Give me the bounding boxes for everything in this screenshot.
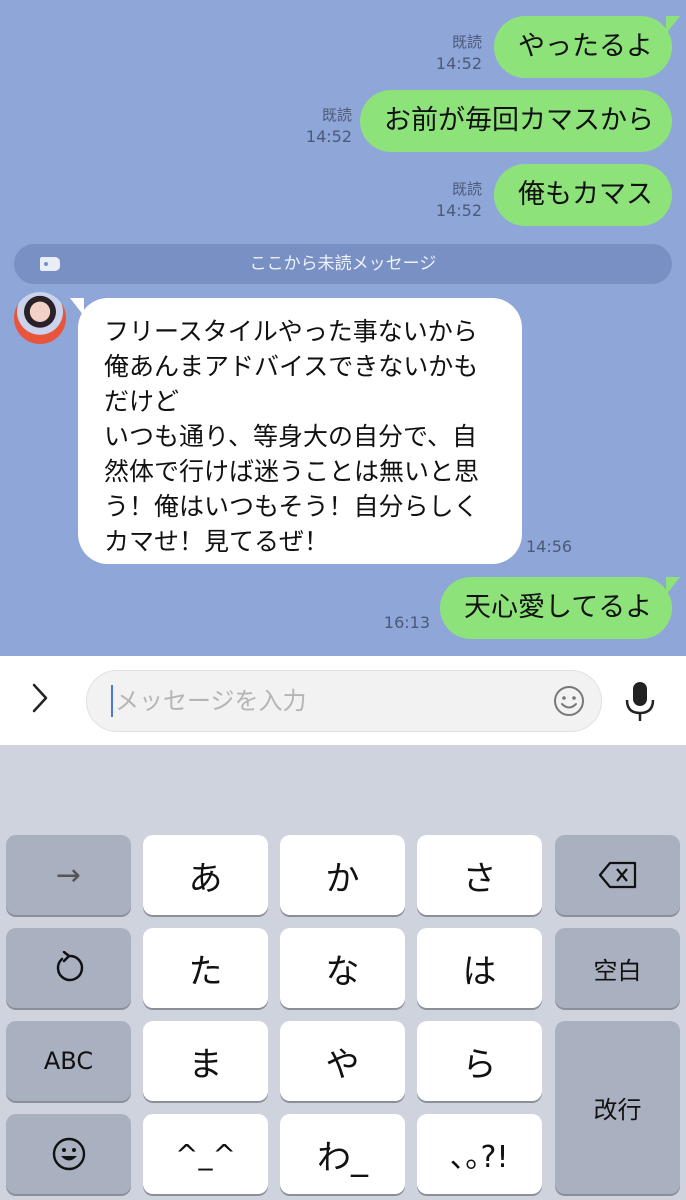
undo-key[interactable] xyxy=(6,928,131,1008)
message-input[interactable]: メッセージを入力 xyxy=(86,670,602,732)
input-placeholder: メッセージを入力 xyxy=(115,687,307,715)
kana-key-ta[interactable]: た xyxy=(143,928,268,1008)
chat-area[interactable]: 既読 14:52 やったるよ 既読 14:52 お前が毎回カマスから 既読 14… xyxy=(0,0,686,656)
message-time: 14:56 xyxy=(526,537,573,556)
message-line: だけど xyxy=(104,387,180,416)
undo-icon xyxy=(56,951,83,982)
kana-key-wa[interactable]: わ_ xyxy=(280,1114,405,1194)
kaomoji-key[interactable]: ^_^ xyxy=(143,1114,268,1194)
message-line: カマせ！見てるぜ！ xyxy=(104,527,330,556)
keyboard: → あ か さ た な は 空白 ABC ま や ら 改行 ^_^ わ_ ､｡?… xyxy=(0,745,686,1200)
sent-message[interactable]: お前が毎回カマスから xyxy=(360,90,672,152)
abc-key[interactable]: ABC xyxy=(6,1021,131,1101)
kana-key-ya[interactable]: や xyxy=(280,1021,405,1101)
kana-key-a[interactable]: あ xyxy=(143,835,268,915)
message-line: 俺あんまアドバイスできないかも xyxy=(104,352,479,381)
kana-key-sa[interactable]: さ xyxy=(417,835,542,915)
chevron-right-icon[interactable] xyxy=(32,683,48,713)
message-time: 16:13 xyxy=(383,613,430,632)
read-receipt: 既読 14:52 xyxy=(420,32,482,74)
message-line: いつも通り、等身大の自分で、自 xyxy=(104,422,478,451)
emoji-icon xyxy=(52,1137,85,1171)
kana-key-na[interactable]: な xyxy=(280,928,405,1008)
message-time: 14:52 xyxy=(435,201,482,220)
emoji-icon[interactable] xyxy=(553,685,585,717)
sent-message[interactable]: やったるよ xyxy=(494,16,680,78)
space-key[interactable]: 空白 xyxy=(555,928,680,1008)
microphone-icon[interactable] xyxy=(622,680,658,722)
text-caret xyxy=(111,685,113,717)
next-candidate-key[interactable]: → xyxy=(6,835,131,915)
punctuation-key[interactable]: ､｡?! xyxy=(417,1114,542,1194)
avatar[interactable] xyxy=(14,292,66,344)
enter-key[interactable]: 改行 xyxy=(555,1021,680,1194)
message-line: フリースタイルやった事ないから xyxy=(104,317,478,346)
unread-divider: ここから未読メッセージ xyxy=(14,244,672,284)
kana-key-ma[interactable]: ま xyxy=(143,1021,268,1101)
emoji-key[interactable] xyxy=(6,1114,131,1194)
tag-icon xyxy=(40,257,60,271)
backspace-icon xyxy=(598,861,636,889)
received-message[interactable]: フリースタイルやった事ないから 俺あんまアドバイスできないかも だけど いつも通… xyxy=(70,298,522,564)
kana-key-ha[interactable]: は xyxy=(417,928,542,1008)
unread-divider-label: ここから未読メッセージ xyxy=(249,254,437,274)
read-receipt: 既読 14:52 xyxy=(290,105,352,147)
sent-message[interactable]: 天心愛してるよ xyxy=(440,577,680,639)
read-receipt: 既読 14:52 xyxy=(420,179,482,221)
message-line: 然体で行けば迷うことは無いと思 xyxy=(104,457,480,486)
kana-key-ra[interactable]: ら xyxy=(417,1021,542,1101)
kana-key-ka[interactable]: か xyxy=(280,835,405,915)
message-line: う！俺はいつもそう！自分らしく xyxy=(104,492,479,521)
message-time: 14:52 xyxy=(305,127,352,146)
message-time: 14:52 xyxy=(435,54,482,73)
sent-message[interactable]: 俺もカマス xyxy=(494,164,672,226)
delete-key[interactable] xyxy=(555,835,680,915)
